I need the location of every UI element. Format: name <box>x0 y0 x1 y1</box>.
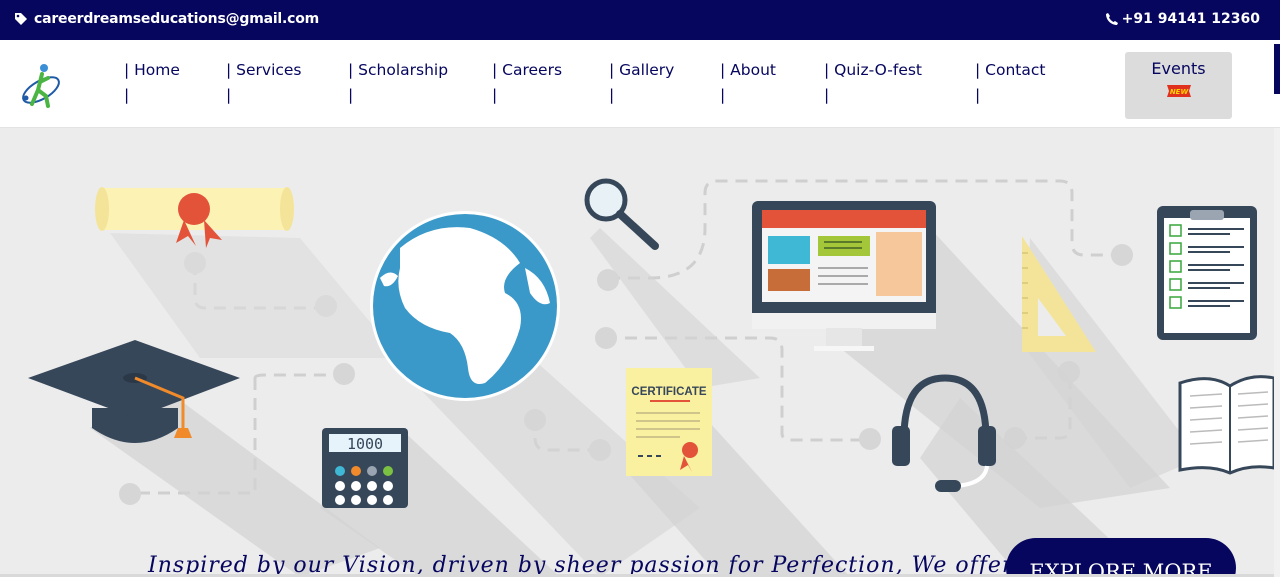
main-navbar: | Home | | Services | | Scholarship | | … <box>0 40 1280 128</box>
nav-home-bar: | <box>124 86 130 104</box>
certificate-title-text: CERTIFICATE <box>631 386 707 398</box>
nav-careers-label: | Careers <box>492 61 563 79</box>
page-scrollbar[interactable] <box>1274 128 1280 577</box>
new-badge: NEW <box>1166 85 1191 97</box>
explore-more-button[interactable]: EXPLORE MORE <box>1006 538 1236 577</box>
nav-services-bar: | <box>226 86 232 104</box>
nav-services-label: | Services <box>226 61 302 79</box>
hero-banner: 1000 CERTIFICATE Inspired by our Vision,… <box>0 128 1274 577</box>
nav-about-bar: | <box>720 86 726 104</box>
certificate-icon: CERTIFICATE <box>626 368 850 577</box>
nav-services[interactable]: | Services | <box>226 58 302 108</box>
phone-contact[interactable]: +91 94141 12360 <box>1105 11 1260 27</box>
diploma-scroll-icon <box>95 187 400 358</box>
nav-gallery-bar: | <box>609 86 615 104</box>
nav-gallery[interactable]: | Gallery | <box>609 58 674 108</box>
nav-about[interactable]: | About | <box>720 58 776 108</box>
nav-contact-bar: | <box>975 86 981 104</box>
new-badge-text: NEW <box>1169 88 1188 96</box>
nav-scholarship-label: | Scholarship <box>348 61 449 79</box>
nav-contact-label: | Contact <box>975 61 1046 79</box>
calculator-display-text: 1000 <box>347 435 383 453</box>
nav-home[interactable]: | Home | <box>124 58 180 108</box>
nav-about-label: | About <box>720 61 776 79</box>
nav-quiz-o-fest[interactable]: | Quiz-O-fest | <box>824 58 922 108</box>
nav-careers-bar: | <box>492 86 498 104</box>
logo-icon[interactable] <box>18 60 64 114</box>
nav-scholarship-bar: | <box>348 86 354 104</box>
phone-text: +91 94141 12360 <box>1121 11 1260 27</box>
phone-icon <box>1105 13 1118 25</box>
nav-contact[interactable]: | Contact | <box>975 58 1045 108</box>
email-contact[interactable]: careerdreamseducations@gmail.com <box>14 11 319 27</box>
top-contact-bar: careerdreamseducations@gmail.com +91 941… <box>0 0 1280 40</box>
events-button[interactable]: Events NEW <box>1125 52 1232 119</box>
nav-quiz-bar: | <box>824 86 830 104</box>
open-book-icon <box>1178 375 1274 475</box>
education-illustration: 1000 CERTIFICATE <box>28 178 1274 577</box>
clipboard-checklist-icon <box>1157 206 1257 340</box>
nav-quiz-label: | Quiz-O-fest <box>824 61 923 79</box>
tag-icon <box>15 13 27 25</box>
nav-gallery-label: | Gallery <box>609 61 675 79</box>
nav-scholarship[interactable]: | Scholarship | <box>348 58 448 108</box>
nav-careers[interactable]: | Careers | <box>492 58 562 108</box>
nav-home-label: | Home <box>124 61 180 79</box>
nav-edge-accent <box>1274 44 1280 94</box>
email-text: careerdreamseducations@gmail.com <box>34 11 320 27</box>
events-label: Events <box>1151 59 1206 78</box>
